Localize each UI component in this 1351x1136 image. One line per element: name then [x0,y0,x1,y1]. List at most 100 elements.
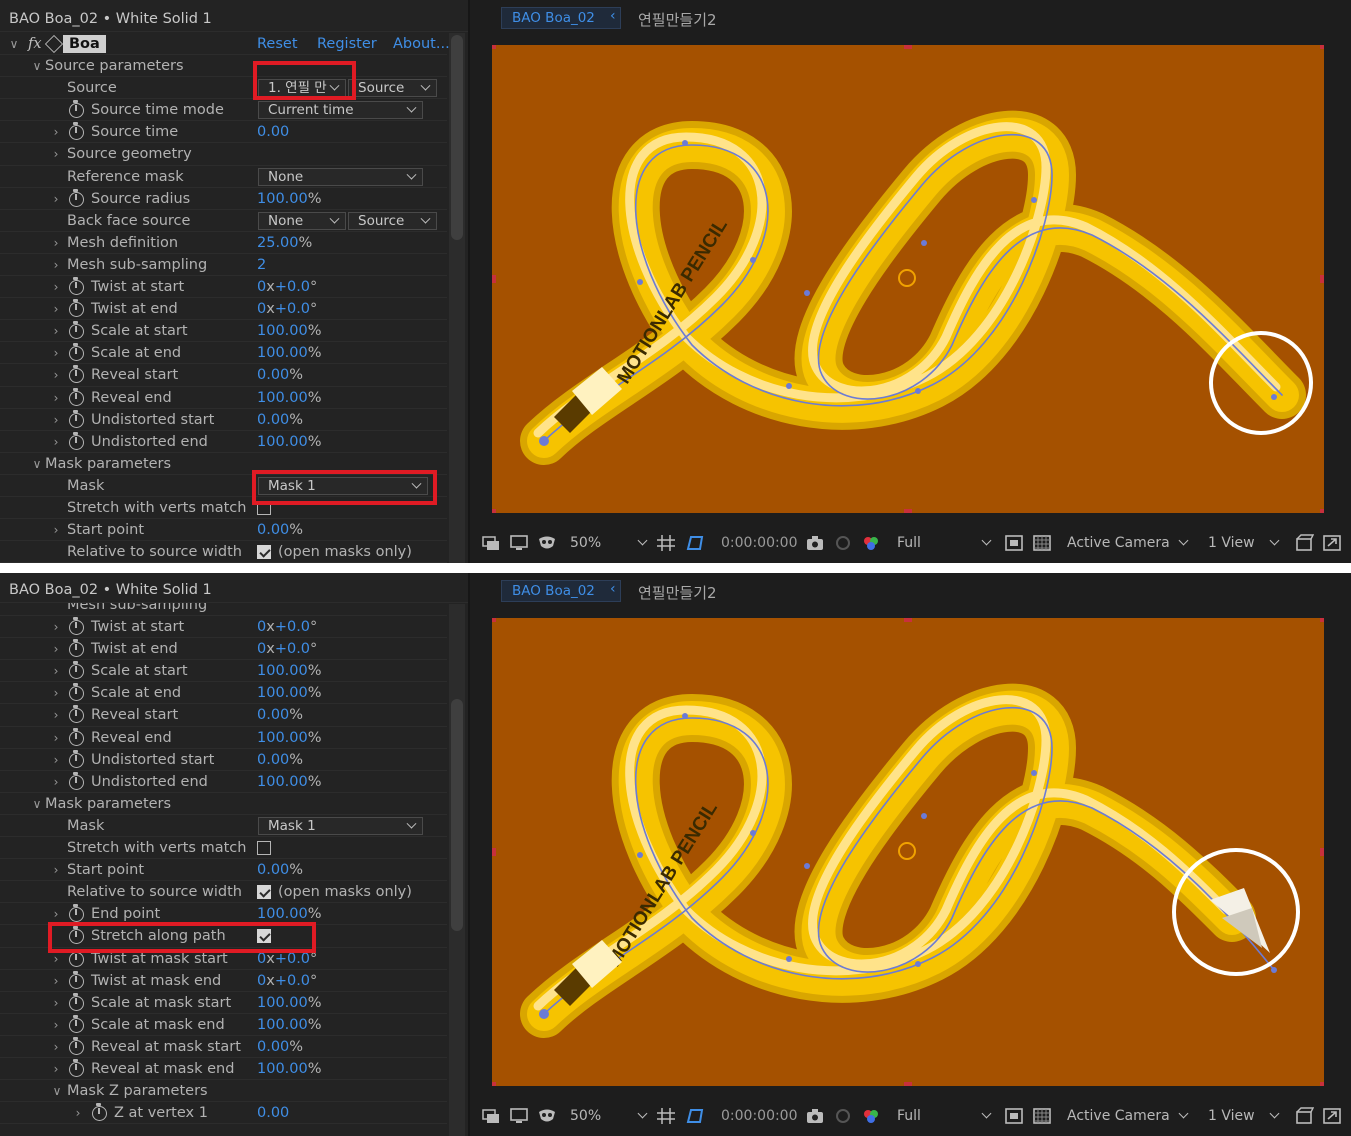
scrollbar-thumb[interactable] [451,699,463,931]
value-number[interactable]: 0.00 [257,367,289,383]
twirl-icon[interactable]: › [50,191,62,207]
value-number[interactable]: 0.00 [257,1039,289,1055]
camera-dropdown[interactable]: Active Camera [1067,534,1189,552]
twirl-icon[interactable]: › [50,345,62,361]
param-value[interactable]: 0x+0.0° [257,641,317,657]
monitor-icon[interactable] [509,534,529,552]
stopwatch-icon[interactable] [69,277,84,296]
value-number[interactable]: 100.00 [257,390,308,406]
revolutions-value[interactable]: 0 [257,279,266,295]
stopwatch-icon[interactable] [69,100,84,119]
twirl-icon[interactable]: › [50,301,62,317]
twirl-icon[interactable]: › [50,862,62,878]
value-number[interactable]: 0.00 [257,412,289,428]
twirl-icon[interactable]: › [50,752,62,768]
value-number[interactable]: 100.00 [257,1061,308,1077]
param-dropdown[interactable]: Mask 1 [258,816,423,835]
twirl-icon[interactable]: › [50,124,62,140]
revolutions-value[interactable]: 0 [257,973,266,989]
view-layout-dropdown[interactable]: 1 View [1208,1107,1280,1125]
param-row-mask-parameters[interactable]: ∨ Mask parameters [0,793,447,815]
param-row-source-time-mode[interactable]: Source time mode Current time [0,99,447,122]
param-value[interactable]: 0.00% [257,412,303,428]
param-value[interactable]: 25.00% [257,235,312,251]
toggle-3d-view-icon[interactable] [1294,534,1314,552]
param-row-start-point[interactable]: › Start point 0.00% [0,859,447,882]
param-checkbox[interactable] [257,500,271,515]
value-number[interactable]: 25.00 [257,235,299,251]
twirl-icon[interactable]: › [50,1039,62,1055]
value-number[interactable]: 100.00 [257,906,308,922]
twirl-icon[interactable]: ∨ [51,1083,63,1099]
twirl-icon[interactable]: › [50,1017,62,1033]
param-row-relative-to-source-width[interactable]: Relative to source width (open masks only… [0,881,447,904]
param-value[interactable]: 100.00% [257,1061,322,1077]
show-snapshot-icon[interactable] [833,534,853,552]
effect-header-row[interactable]: ∨ fx Boa Reset Register About... [0,33,450,56]
param-row-stretch-along-path[interactable]: Stretch along path [0,925,447,948]
param-row-back-face-source[interactable]: Back face source None Source [0,210,447,232]
value-number[interactable]: 0.00 [257,752,289,768]
twirl-icon[interactable]: › [50,235,62,251]
param-value[interactable]: 0.00% [257,1039,303,1055]
camera-dropdown[interactable]: Active Camera [1067,1107,1189,1125]
value-number[interactable]: 100.00 [257,685,308,701]
param-row-scale-at-start[interactable]: › Scale at start 100.00% [0,660,447,683]
stopwatch-icon[interactable] [69,705,84,724]
param-value[interactable]: 0x+0.0° [257,951,317,967]
degrees-value[interactable]: +0.0 [275,641,310,657]
param-value[interactable]: 0.00% [257,752,303,768]
zoom-dropdown[interactable]: 50% [570,1107,648,1125]
param-dropdown[interactable]: None [258,167,423,186]
degrees-value[interactable]: +0.0 [275,301,310,317]
revolutions-value[interactable]: 0 [257,951,266,967]
value-number[interactable]: 0.00 [257,1105,289,1121]
param-row-undistorted-start[interactable]: › Undistorted start 0.00% [0,409,447,431]
timecode[interactable]: 0:00:00:00 [721,1107,798,1125]
stopwatch-icon[interactable] [69,409,84,428]
show-snapshot-icon[interactable] [833,1107,853,1125]
param-row-twist-at-start[interactable]: › Twist at start 0x+0.0° [0,616,447,639]
mask-path-icon[interactable] [685,1107,705,1125]
twirl-icon[interactable]: › [50,279,62,295]
degrees-value[interactable]: +0.0 [275,619,310,635]
comp-breadcrumb[interactable]: 연필만들기2 [638,582,717,603]
param-value[interactable]: 0.00% [257,707,303,723]
param-row-undistorted-end[interactable]: › Undistorted end 100.00% [0,431,447,453]
region-of-interest-icon[interactable] [1004,1107,1024,1125]
param-value[interactable]: 100.00% [257,774,322,790]
param-value[interactable]: 0x+0.0° [257,619,317,635]
transparency-grid-icon[interactable] [1032,1107,1052,1125]
revolutions-value[interactable]: 0 [257,301,266,317]
param-row-scale-at-end[interactable]: › Scale at end 100.00% [0,342,447,365]
timecode[interactable]: 0:00:00:00 [721,534,798,552]
grid-icon[interactable] [656,1107,676,1125]
value-number[interactable]: 100.00 [257,995,308,1011]
stopwatch-icon[interactable] [69,387,84,406]
comp-tab[interactable]: BAO Boa_02 [501,580,621,602]
chevron-left-icon[interactable]: ‹ [610,8,616,24]
share-view-icon[interactable] [1322,534,1342,552]
param-checkbox[interactable] [257,885,271,900]
stopwatch-icon[interactable] [69,683,84,702]
param-checkbox[interactable] [257,929,271,944]
degrees-value[interactable]: +0.0 [275,279,310,295]
param-row-mesh-definition[interactable]: › Mesh definition 25.00% [0,232,447,254]
param-row-stretch-with-verts-match[interactable]: Stretch with verts match [0,497,447,520]
param-value[interactable]: 0x+0.0° [257,973,317,989]
value-number[interactable]: 100.00 [257,434,308,450]
stopwatch-icon[interactable] [69,904,84,923]
monitor-icon[interactable] [509,1107,529,1125]
param-value[interactable]: 100.00% [257,906,322,922]
twirl-icon[interactable]: › [50,323,62,339]
value-number[interactable]: 100.00 [257,774,308,790]
twirl-icon[interactable]: › [50,951,62,967]
degrees-value[interactable]: +0.0 [275,951,310,967]
param-row-twist-at-end[interactable]: › Twist at end 0x+0.0° [0,638,447,661]
twirl-icon[interactable]: › [50,146,62,162]
preview-icon[interactable] [481,1107,501,1125]
param-dropdown[interactable]: None [258,211,346,230]
param-value[interactable]: 100.00% [257,730,322,746]
param-value[interactable]: 100.00% [257,995,322,1011]
param-value[interactable]: 100.00% [257,323,322,339]
